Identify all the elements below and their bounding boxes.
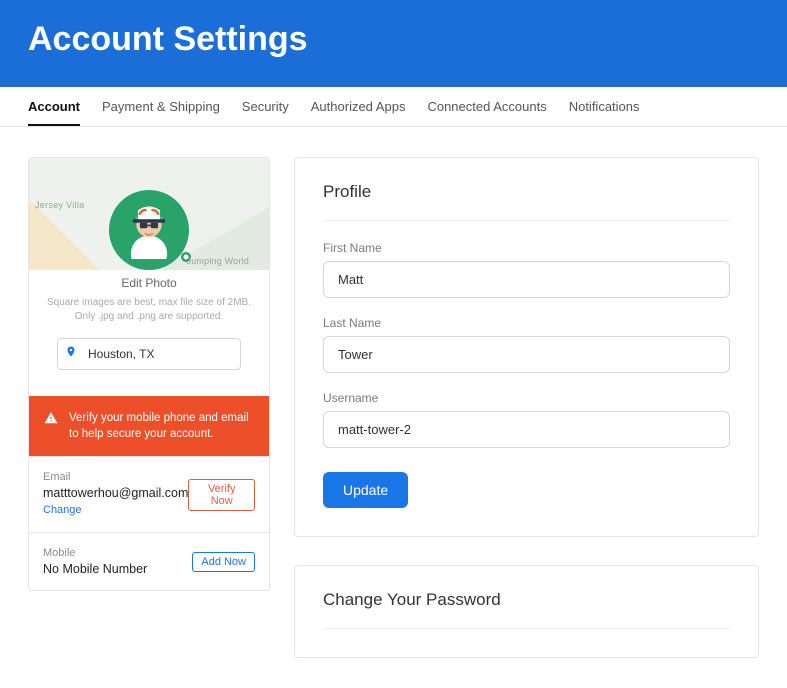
first-name-group: First Name — [323, 241, 730, 298]
verify-alert-text: Verify your mobile phone and email to he… — [69, 412, 249, 440]
mobile-section: Mobile No Mobile Number Add Now — [29, 532, 269, 590]
tab-security[interactable]: Security — [242, 87, 289, 126]
last-name-input[interactable] — [323, 336, 730, 373]
profile-card: Jersey Villa Jumping World — [28, 157, 270, 591]
page-header: Account Settings — [0, 0, 787, 87]
username-input[interactable] — [323, 411, 730, 448]
right-column: Profile First Name Last Name Username Up… — [294, 157, 759, 658]
verify-alert: Verify your mobile phone and email to he… — [29, 396, 269, 456]
map-label-jumping: Jumping World — [187, 256, 249, 266]
tab-payment-shipping[interactable]: Payment & Shipping — [102, 87, 220, 126]
location-input[interactable] — [57, 338, 241, 370]
tab-connected-accounts[interactable]: Connected Accounts — [427, 87, 546, 126]
profile-heading: Profile — [323, 182, 730, 221]
email-change-link[interactable]: Change — [43, 504, 82, 516]
warning-icon — [43, 410, 59, 426]
first-name-input[interactable] — [323, 261, 730, 298]
location-pin-icon — [65, 345, 77, 364]
tab-bar: Account Payment & Shipping Security Auth… — [0, 87, 787, 127]
email-value: matttowerhou@gmail.com — [43, 486, 188, 500]
add-now-button[interactable]: Add Now — [192, 552, 255, 572]
edit-photo-link[interactable]: Edit Photo — [39, 276, 259, 290]
password-panel: Change Your Password — [294, 565, 759, 658]
map-label-jersey: Jersey Villa — [35, 200, 84, 210]
tab-authorized-apps[interactable]: Authorized Apps — [311, 87, 406, 126]
email-section: Email matttowerhou@gmail.com Change Veri… — [29, 456, 269, 532]
avatar-icon — [120, 201, 178, 259]
last-name-label: Last Name — [323, 316, 730, 330]
content-area: Jersey Villa Jumping World — [0, 127, 787, 688]
password-heading: Change Your Password — [323, 590, 730, 629]
username-group: Username — [323, 391, 730, 448]
update-button[interactable]: Update — [323, 472, 408, 508]
profile-panel: Profile First Name Last Name Username Up… — [294, 157, 759, 537]
last-name-group: Last Name — [323, 316, 730, 373]
photo-hint-text: Square images are best, max file size of… — [47, 296, 251, 324]
tab-notifications[interactable]: Notifications — [569, 87, 640, 126]
username-label: Username — [323, 391, 730, 405]
mobile-value: No Mobile Number — [43, 562, 147, 576]
tab-account[interactable]: Account — [28, 87, 80, 126]
page-title: Account Settings — [28, 20, 759, 59]
avatar-section: Jersey Villa Jumping World — [29, 158, 269, 396]
first-name-label: First Name — [323, 241, 730, 255]
mobile-label: Mobile — [43, 547, 147, 559]
location-field-wrap — [57, 338, 241, 370]
email-label: Email — [43, 471, 188, 483]
verify-now-button[interactable]: Verify Now — [188, 479, 255, 511]
left-column: Jersey Villa Jumping World — [28, 157, 270, 591]
avatar — [109, 190, 189, 270]
